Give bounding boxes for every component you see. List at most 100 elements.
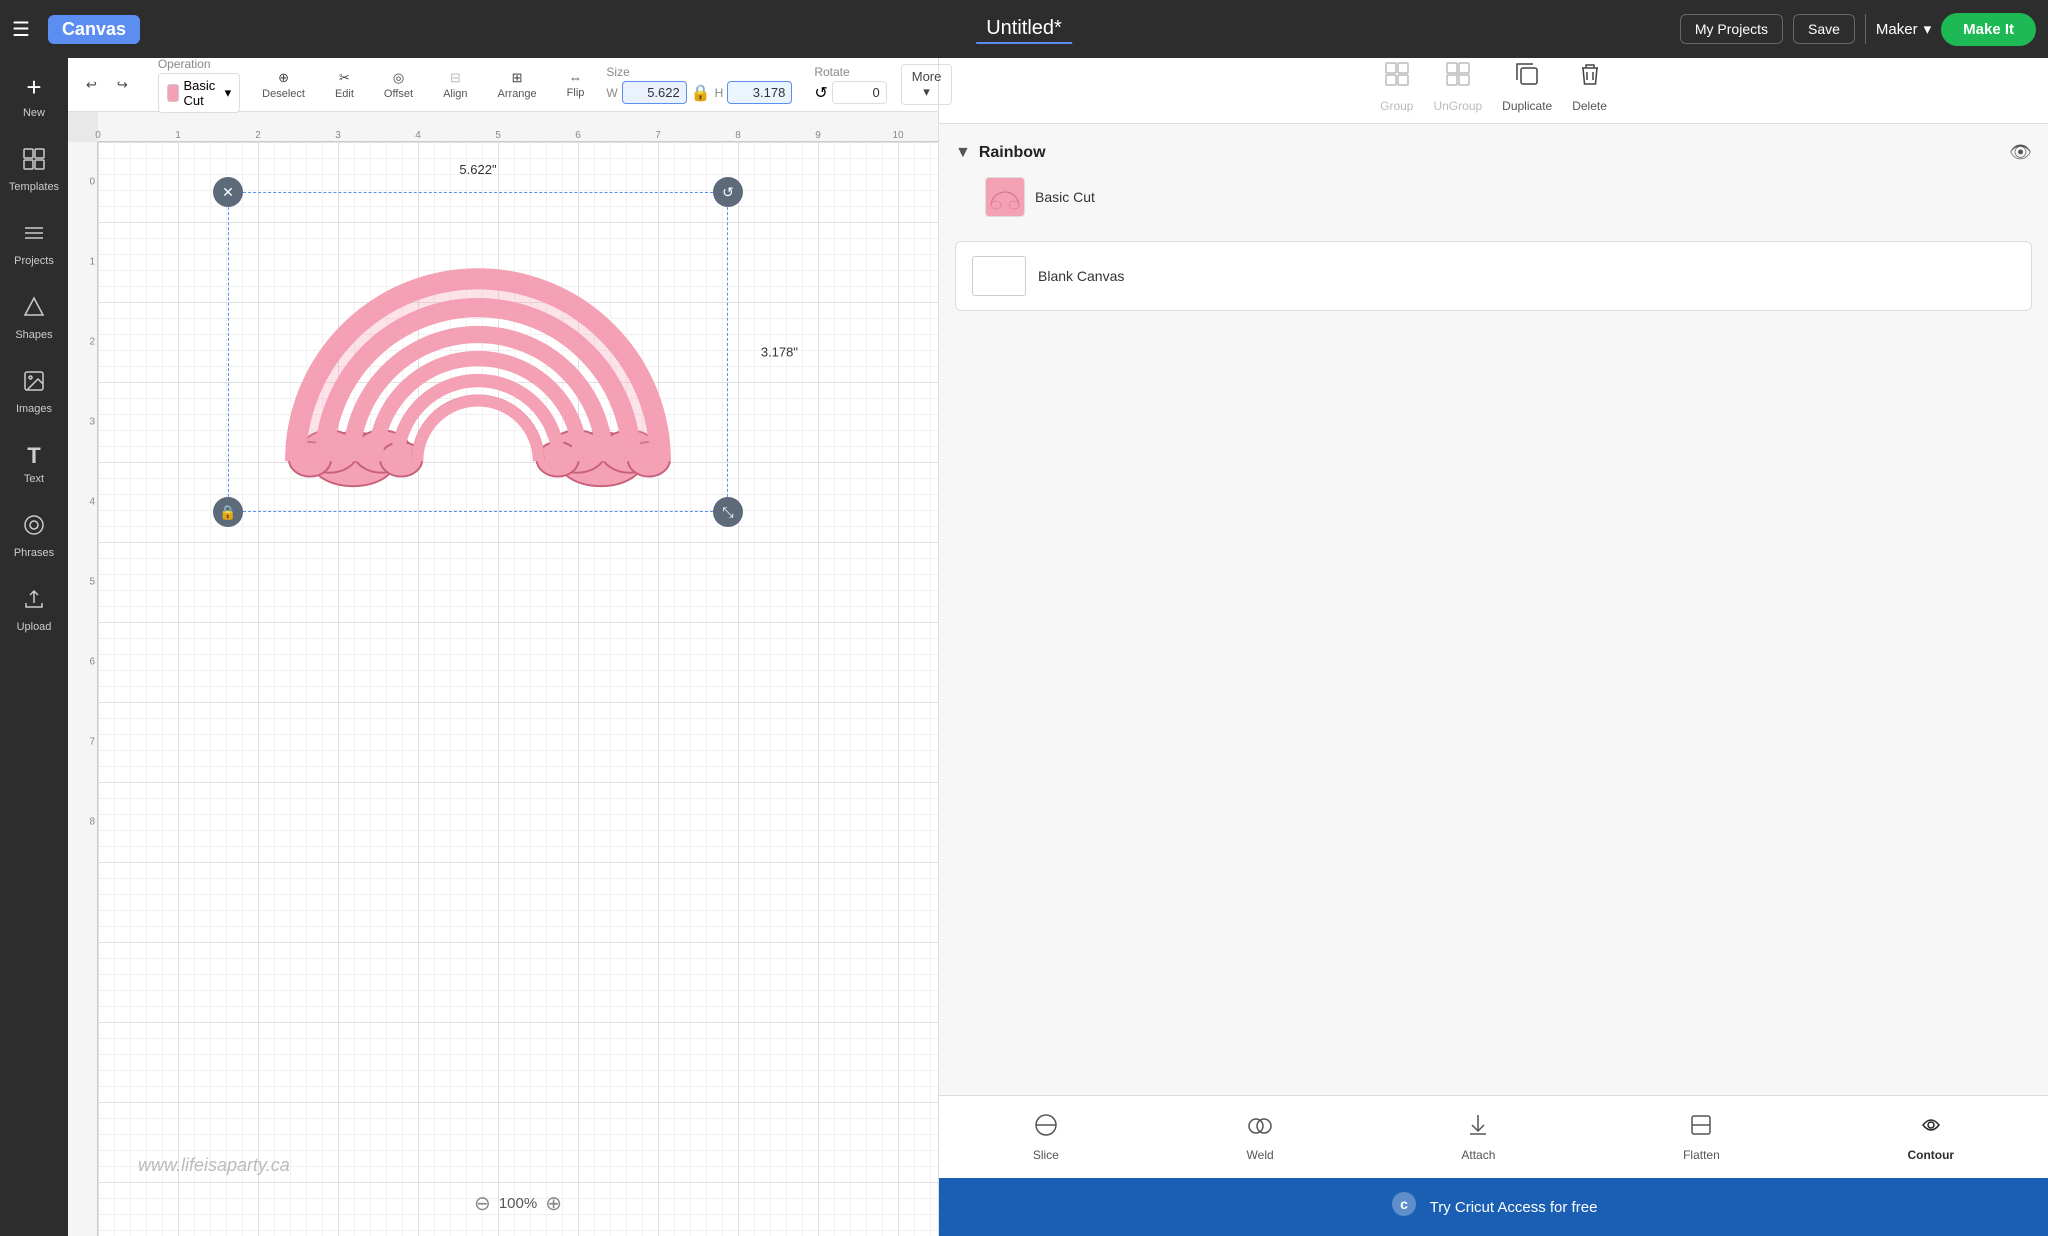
templates-icon bbox=[22, 147, 46, 177]
duplicate-action[interactable]: Duplicate bbox=[1502, 60, 1552, 113]
rotate-group: Rotate ↺ bbox=[814, 65, 886, 104]
rotate-input[interactable] bbox=[832, 81, 887, 104]
duplicate-label: Duplicate bbox=[1502, 99, 1552, 113]
sidebar-item-shapes[interactable]: Shapes bbox=[0, 281, 68, 355]
blank-canvas-label: Blank Canvas bbox=[1038, 268, 1124, 284]
make-it-button[interactable]: Make It bbox=[1941, 13, 2036, 46]
canvas-area[interactable]: 0 1 2 3 4 5 6 7 8 9 10 11 0 1 2 3 4 5 6 … bbox=[68, 112, 938, 1236]
handle-resize[interactable]: ⤡ bbox=[713, 497, 743, 527]
save-button[interactable]: Save bbox=[1793, 14, 1855, 44]
layer-item-basic-cut[interactable]: Basic Cut bbox=[975, 171, 2032, 223]
arrange-label: Arrange bbox=[498, 88, 537, 100]
align-button[interactable]: ⊟ Align bbox=[435, 66, 475, 104]
ruler-vtick-2: 2 bbox=[89, 337, 95, 348]
layer-group-arrow[interactable]: ▼ bbox=[955, 144, 971, 162]
rotate-label: Rotate bbox=[814, 65, 886, 79]
sidebar-item-new[interactable]: + New bbox=[0, 58, 68, 133]
group-icon bbox=[1383, 60, 1411, 95]
contour-label: Contour bbox=[1907, 1148, 1954, 1162]
watermark: www.lifeisaparty.ca bbox=[138, 1155, 290, 1176]
weld-tool[interactable]: Weld bbox=[1235, 1106, 1286, 1168]
cricut-access-bar[interactable]: c Try Cricut Access for free bbox=[939, 1178, 2048, 1236]
flatten-tool[interactable]: Flatten bbox=[1671, 1106, 1732, 1168]
bottom-tools: Slice Weld Attach bbox=[939, 1095, 2048, 1178]
layer-group-header: ▼ Rainbow 👁 bbox=[955, 142, 2032, 163]
ruler-tick-4: 4 bbox=[415, 130, 421, 141]
ruler-tick-8: 8 bbox=[735, 130, 741, 141]
deselect-label: Deselect bbox=[262, 88, 305, 100]
slice-label: Slice bbox=[1033, 1148, 1059, 1162]
ruler-vtick-6: 6 bbox=[89, 657, 95, 668]
ruler-vtick-7: 7 bbox=[89, 737, 95, 748]
duplicate-icon bbox=[1513, 60, 1541, 95]
align-icon: ⊟ bbox=[450, 70, 461, 86]
flip-label: Flip bbox=[567, 87, 585, 99]
flatten-label: Flatten bbox=[1683, 1148, 1720, 1162]
operation-chevron-icon: ▾ bbox=[225, 85, 232, 101]
document-title[interactable]: Untitled* bbox=[976, 15, 1072, 44]
weld-label: Weld bbox=[1247, 1148, 1274, 1162]
handle-lock[interactable]: 🔒 bbox=[213, 497, 243, 527]
operation-select[interactable]: Basic Cut ▾ bbox=[158, 73, 240, 113]
hamburger-menu[interactable]: ☰ bbox=[12, 17, 30, 42]
flip-button[interactable]: ⇔ Flip bbox=[559, 66, 593, 103]
ruler-vtick-5: 5 bbox=[89, 577, 95, 588]
phrases-icon bbox=[22, 513, 46, 543]
new-icon: + bbox=[26, 72, 41, 103]
projects-icon bbox=[22, 221, 46, 251]
sidebar-text-label: Text bbox=[24, 473, 44, 485]
sidebar-item-upload[interactable]: Upload bbox=[0, 573, 68, 647]
blank-canvas-item[interactable]: Blank Canvas bbox=[955, 241, 2032, 311]
width-input[interactable] bbox=[622, 81, 687, 104]
left-sidebar: + New Templates Projects Shapes bbox=[0, 0, 68, 1236]
maker-selector[interactable]: Maker ▾ bbox=[1876, 20, 1931, 38]
size-group: Size W 🔒 H bbox=[606, 65, 792, 104]
ruler-tick-5: 5 bbox=[495, 130, 501, 141]
sidebar-item-projects[interactable]: Projects bbox=[0, 207, 68, 281]
ruler-tick-1: 1 bbox=[175, 130, 181, 141]
sidebar-item-images[interactable]: Images bbox=[0, 355, 68, 429]
operation-color-swatch bbox=[167, 84, 180, 102]
contour-tool[interactable]: Contour bbox=[1895, 1106, 1966, 1168]
layer-group-name: Rainbow bbox=[979, 144, 2001, 162]
layer-group-rainbow: ▼ Rainbow 👁 Basic Cut bbox=[939, 134, 2048, 231]
attach-tool[interactable]: Attach bbox=[1449, 1106, 1507, 1168]
rainbow-graphic[interactable] bbox=[238, 202, 718, 500]
arrange-button[interactable]: ⊞ Arrange bbox=[490, 66, 545, 104]
canvas-object[interactable]: ✕ ↺ 🔒 ⤡ 5.622" 3.178" bbox=[228, 192, 728, 512]
ruler-vtick-4: 4 bbox=[89, 497, 95, 508]
delete-action[interactable]: Delete bbox=[1572, 60, 1607, 113]
zoom-out-button[interactable]: ⊖ bbox=[474, 1191, 491, 1216]
ruler-vtick-1: 1 bbox=[89, 257, 95, 268]
deselect-button[interactable]: ⊕ Deselect bbox=[254, 66, 313, 104]
ruler-tick-7: 7 bbox=[655, 130, 661, 141]
layer-item-name: Basic Cut bbox=[1035, 189, 1095, 205]
offset-button[interactable]: ◎ Offset bbox=[376, 66, 421, 104]
my-projects-button[interactable]: My Projects bbox=[1680, 14, 1783, 44]
sidebar-item-templates[interactable]: Templates bbox=[0, 133, 68, 207]
more-button[interactable]: More ▾ bbox=[901, 64, 953, 105]
sidebar-item-phrases[interactable]: Phrases bbox=[0, 499, 68, 573]
layer-visibility-icon[interactable]: 👁 bbox=[2009, 142, 2032, 163]
group-action[interactable]: Group bbox=[1380, 60, 1413, 113]
width-annotation: 5.622" bbox=[459, 162, 496, 177]
size-label: Size bbox=[606, 65, 792, 79]
sidebar-item-text[interactable]: T Text bbox=[0, 429, 68, 499]
redo-button[interactable]: ↪ bbox=[109, 73, 136, 97]
width-label: W bbox=[606, 86, 617, 100]
sidebar-images-label: Images bbox=[16, 403, 52, 415]
ungroup-action[interactable]: UnGroup bbox=[1433, 60, 1482, 113]
cricut-access-label: Try Cricut Access for free bbox=[1430, 1199, 1598, 1216]
height-label: H bbox=[715, 86, 724, 100]
slice-tool[interactable]: Slice bbox=[1021, 1106, 1071, 1168]
edit-button[interactable]: ✂ Edit bbox=[327, 66, 362, 104]
height-input[interactable] bbox=[727, 81, 792, 104]
app-logo: Canvas bbox=[48, 15, 140, 44]
cricut-logo-icon: c bbox=[1390, 1190, 1418, 1224]
rotate-icon: ↺ bbox=[814, 83, 827, 103]
zoom-in-button[interactable]: ⊕ bbox=[545, 1191, 562, 1216]
topbar-right-controls: My Projects Save Maker ▾ Make It bbox=[1680, 13, 2036, 46]
grid-area[interactable]: ✕ ↺ 🔒 ⤡ 5.622" 3.178" bbox=[98, 142, 938, 1236]
undo-button[interactable]: ↩ bbox=[78, 73, 105, 97]
zoom-controls: ⊖ 100% ⊕ bbox=[474, 1191, 562, 1216]
